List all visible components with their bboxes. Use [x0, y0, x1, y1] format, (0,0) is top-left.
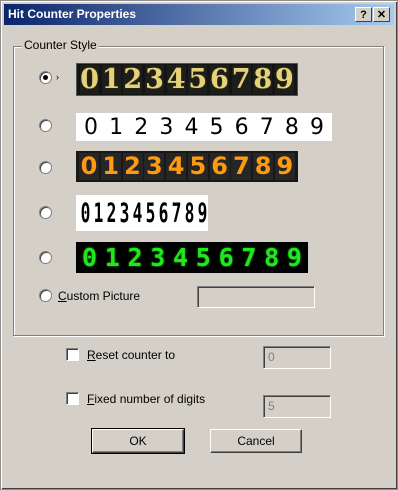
counter-digit: 1: [109, 114, 124, 140]
counter-digit: 7: [231, 64, 251, 95]
counter-digit: 0: [80, 197, 91, 229]
counter-digit: 4: [184, 114, 199, 140]
counter-digit: 3: [119, 197, 130, 229]
ok-button[interactable]: OK: [91, 428, 185, 454]
counter-digit: 7: [259, 114, 274, 140]
counter-digit: 5: [145, 197, 156, 229]
counter-digit: 4: [166, 152, 187, 180]
counter-digit: 5: [209, 114, 224, 140]
hit-counter-properties-dialog: Hit Counter Properties ? ✕ Counter Style…: [0, 0, 398, 490]
counter-digit: 2: [106, 197, 117, 229]
custom-picture-input[interactable]: [197, 286, 315, 308]
counter-digit: 9: [286, 243, 302, 272]
counter-digit: 8: [284, 114, 299, 140]
fixed-digits-value-input[interactable]: 5: [263, 395, 331, 418]
counter-digit: 7: [241, 243, 257, 272]
style-radio-block[interactable]: [39, 206, 52, 219]
counter-digit: 4: [132, 197, 143, 229]
custom-picture-label-text: ustom Picture: [66, 289, 141, 303]
counter-digit: 2: [122, 152, 143, 180]
counter-digit: 1: [101, 64, 121, 95]
counter-digit: 4: [166, 64, 186, 95]
counter-digit: 0: [84, 114, 98, 140]
fixed-digits-label[interactable]: Fixed number of digits: [87, 392, 205, 406]
counter-digit: 0: [81, 243, 98, 272]
custom-picture-mnemonic: C: [58, 289, 67, 303]
counter-digit: 3: [150, 243, 166, 272]
counter-style-orange-preview[interactable]: 0123456789: [76, 151, 298, 182]
counter-digit: 2: [123, 64, 143, 95]
help-button[interactable]: ?: [355, 7, 372, 22]
counter-style-gold-preview[interactable]: 0123456789: [76, 63, 298, 96]
counter-style-lcd-preview[interactable]: 0123456789: [76, 242, 308, 273]
counter-digit: 3: [144, 152, 165, 180]
counter-digit: 8: [253, 152, 274, 180]
counter-digit: 9: [274, 152, 295, 180]
counter-digit: 6: [209, 152, 230, 180]
counter-digit: 3: [159, 114, 174, 140]
reset-counter-label[interactable]: Reset counter to: [87, 348, 175, 362]
counter-digit: 6: [209, 64, 229, 95]
style-radio-custom-picture[interactable]: [39, 289, 52, 302]
counter-digit: 5: [195, 243, 211, 272]
counter-style-block-preview[interactable]: 0123456789: [76, 195, 208, 231]
counter-digit: 9: [309, 114, 324, 140]
counter-digit: 2: [127, 243, 143, 272]
close-button[interactable]: ✕: [373, 7, 390, 22]
title-bar[interactable]: Hit Counter Properties ? ✕: [4, 4, 394, 25]
custom-picture-label[interactable]: Custom Picture: [58, 289, 140, 303]
counter-digit: 6: [234, 114, 249, 140]
style-radio-plain[interactable]: [39, 119, 52, 132]
counter-digit: 9: [274, 64, 294, 95]
counter-digit: 5: [188, 64, 208, 95]
reset-counter-value-input[interactable]: 0: [263, 346, 331, 369]
style-radio-gold[interactable]: [39, 71, 52, 84]
style-radio-orange[interactable]: [39, 161, 52, 174]
fixed-digits-label-text: ixed number of digits: [94, 392, 206, 406]
counter-digit: 1: [93, 197, 104, 229]
counter-digit: 6: [218, 243, 234, 272]
radio-selected-dot: [43, 75, 48, 80]
cancel-button[interactable]: Cancel: [210, 429, 302, 453]
counter-digit: 0: [80, 64, 99, 95]
counter-digit: 1: [104, 243, 120, 272]
style-radio-lcd[interactable]: [39, 251, 52, 264]
reset-counter-label-text: eset counter to: [95, 348, 176, 362]
focus-indicator: ›: [56, 72, 59, 82]
counter-digit: 9: [197, 197, 208, 229]
counter-digit: 8: [253, 64, 273, 95]
fixed-digits-checkbox[interactable]: [66, 392, 79, 405]
counter-digit: 0: [79, 152, 99, 180]
counter-digit: 7: [231, 152, 252, 180]
counter-digit: 4: [173, 243, 189, 272]
counter-digit: 8: [184, 197, 195, 229]
counter-digit: 7: [171, 197, 182, 229]
counter-digit: 5: [187, 152, 208, 180]
counter-style-plain-preview[interactable]: 0123456789: [76, 113, 332, 141]
counter-digit: 8: [264, 243, 280, 272]
reset-counter-checkbox[interactable]: [66, 348, 79, 361]
dialog-title: Hit Counter Properties: [8, 7, 137, 21]
counter-digit: 6: [158, 197, 169, 229]
counter-style-group-label: Counter Style: [22, 38, 99, 52]
counter-digit: 3: [144, 64, 164, 95]
counter-digit: 1: [100, 152, 121, 180]
reset-counter-mnemonic: R: [87, 348, 96, 362]
counter-digit: 2: [134, 114, 149, 140]
